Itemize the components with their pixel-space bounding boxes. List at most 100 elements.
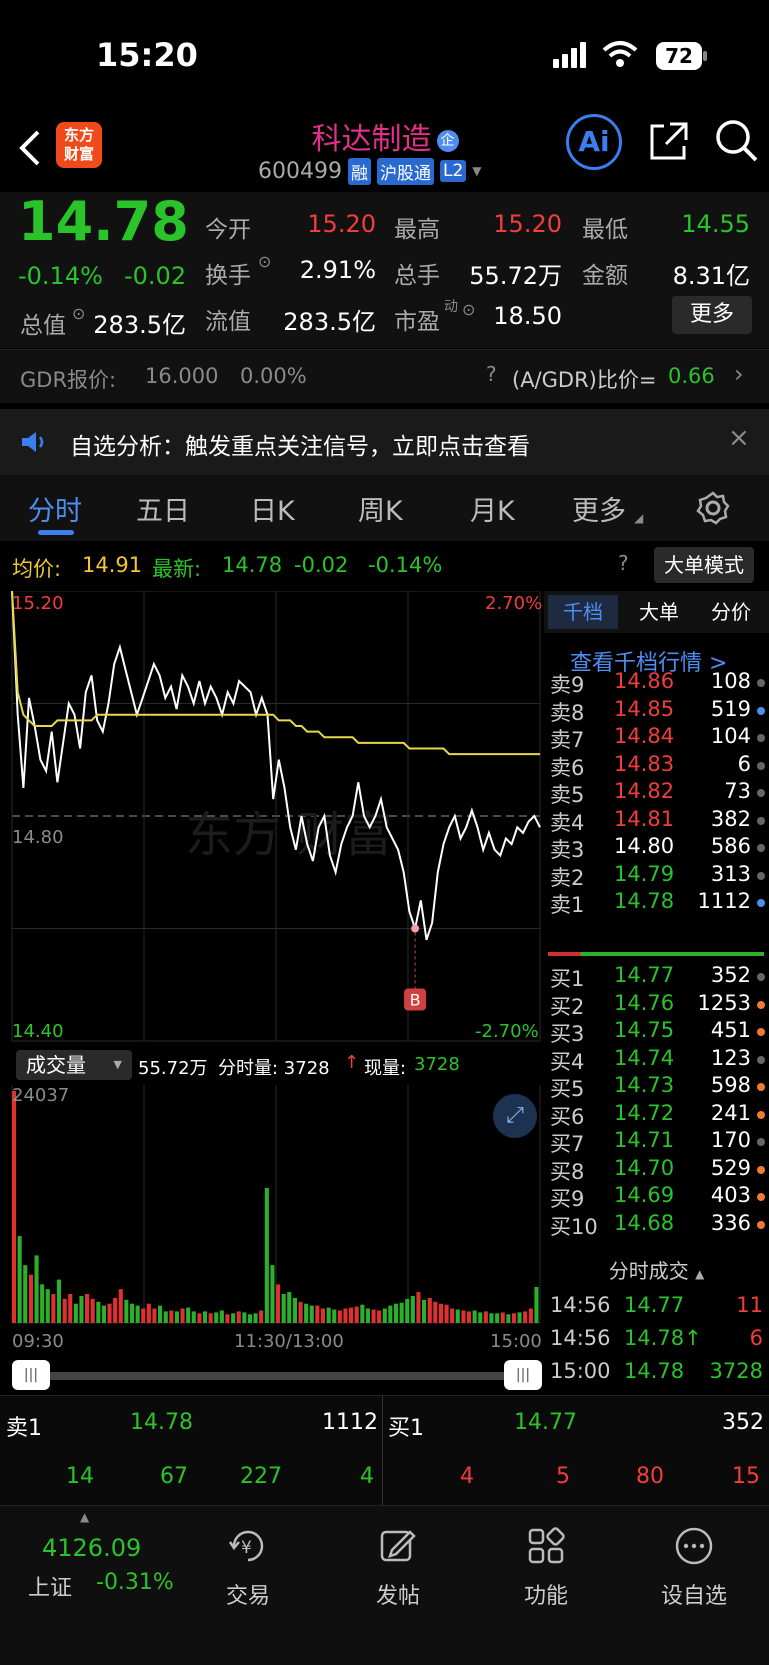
tab-intraday[interactable]: 分时 (28, 489, 82, 528)
notice-text: 自选分析：触发重点关注信号，立即点击查看 (70, 434, 530, 460)
tab-depth[interactable]: 千档 (548, 595, 618, 629)
volume-header: 成交量 ▼ 55.72万 分时量: 3728 ↑ 现量: 3728 (0, 1047, 544, 1083)
volume-bar (360, 1304, 365, 1323)
code-row[interactable]: 600499 融 沪股通 L2 ▼ (258, 156, 482, 186)
volume-bar (23, 1265, 28, 1323)
title-block[interactable]: 科达制造 企 (250, 114, 520, 158)
volume-bar (461, 1310, 466, 1323)
block-order-mode-button[interactable]: 大单模式 (654, 547, 754, 583)
bid-level-row[interactable]: 买7 14.71 170 (544, 1128, 769, 1157)
info-icon[interactable]: ⊙ (258, 252, 271, 271)
svg-text:¥: ¥ (241, 1538, 252, 1558)
bid-level-row[interactable]: 买6 14.72 241 (544, 1101, 769, 1130)
ask-level-volume: 108 (710, 669, 751, 693)
volume-bar (450, 1308, 455, 1323)
stock-name: 科达制造 (311, 122, 432, 157)
help-icon[interactable]: ? (486, 362, 497, 386)
bid-level-row[interactable]: 买4 14.74 123 (544, 1046, 769, 1075)
sell1-label: 卖1 (6, 1416, 42, 1441)
slider-handle-right[interactable]: ||| (504, 1360, 542, 1390)
ask-level-row[interactable]: 卖7 14.84 104 (544, 724, 769, 753)
nav-functions[interactable]: 功能 (486, 1526, 606, 1610)
dropdown-icon[interactable]: ▼ (472, 164, 481, 178)
buy-queue-item: 80 (636, 1464, 664, 1489)
ask-level-volume: 73 (724, 779, 751, 803)
order-dot-icon (757, 1165, 765, 1174)
volume-bar (225, 1314, 230, 1323)
tab-more[interactable]: 更多 (572, 489, 626, 528)
notice-banner[interactable]: 自选分析：触发重点关注信号，立即点击查看 × (0, 409, 769, 475)
settings-icon[interactable] (696, 491, 730, 525)
bid-level-row[interactable]: 买9 14.69 403 (544, 1183, 769, 1212)
volume-bar (523, 1311, 528, 1323)
search-icon[interactable] (714, 118, 760, 164)
bid-level-row[interactable]: 买3 14.75 451 (544, 1018, 769, 1047)
volume-bar (203, 1311, 208, 1323)
ask-level-row[interactable]: 卖8 14.85 519 (544, 697, 769, 726)
range-slider[interactable]: ||| ||| (12, 1360, 542, 1390)
ask-level-row[interactable]: 卖9 14.86 108 (544, 669, 769, 698)
volume-bar (511, 1313, 516, 1323)
ask-level-row[interactable]: 卖2 14.79 313 (544, 862, 769, 891)
bid-level-row[interactable]: 买8 14.70 529 (544, 1156, 769, 1185)
slider-track (22, 1372, 532, 1380)
ask-level-row[interactable]: 卖4 14.81 382 (544, 807, 769, 836)
volume-bar (467, 1311, 472, 1323)
latest-pct: -0.14% (368, 553, 443, 577)
nav-add-watchlist[interactable]: 设自选 (634, 1526, 754, 1610)
buy-queue-item: 15 (732, 1464, 760, 1489)
tab-month-k[interactable]: 月K (470, 489, 515, 528)
ask-level-row[interactable]: 卖5 14.82 73 (544, 779, 769, 808)
volume-bar (349, 1307, 354, 1323)
bid-level-price: 14.70 (614, 1155, 675, 1180)
ticks-title[interactable]: 分时成交 ▲ (544, 1255, 769, 1285)
volume-bar (124, 1299, 129, 1323)
ask-level-label: 卖7 (550, 728, 585, 752)
tab-day-k[interactable]: 日K (250, 489, 295, 528)
bid-level-row[interactable]: 买5 14.73 598 (544, 1073, 769, 1102)
volume-selector[interactable]: 成交量 ▼ (16, 1050, 132, 1080)
gdr-row[interactable]: GDR报价: 16.000 0.00% ? (A/GDR)比价= 0.66 › (0, 349, 769, 403)
back-icon[interactable] (16, 128, 44, 168)
ai-button[interactable]: Ai (566, 114, 622, 170)
tab-5day[interactable]: 五日 (136, 489, 190, 528)
bid-level-volume: 241 (710, 1100, 751, 1125)
change-value: -0.02 (124, 262, 187, 290)
info-icon[interactable]: ⊙ (72, 304, 85, 323)
volume-bar (219, 1310, 224, 1323)
latest-change: -0.02 (294, 553, 349, 577)
expand-button[interactable]: ⤢ (493, 1094, 537, 1138)
bid-level-row[interactable]: 买2 14.76 1253 (544, 991, 769, 1020)
index-widget[interactable]: 4126.09 上证 -0.31% (0, 1526, 174, 1606)
bid-level-row[interactable]: 买10 14.68 336 (544, 1211, 769, 1240)
help-icon[interactable]: ? (618, 551, 629, 575)
close-icon[interactable]: × (728, 423, 750, 453)
volume-bar (371, 1309, 376, 1323)
more-button[interactable]: 更多 (672, 296, 752, 334)
tab-price-dist[interactable]: 分价 (696, 595, 766, 629)
volume-bar (208, 1313, 213, 1323)
signal-icon (553, 40, 589, 68)
ask-level-row[interactable]: 卖1 14.78 1112 (544, 889, 769, 918)
tick-price: 14.78↑ (624, 1326, 702, 1350)
bid-level-row[interactable]: 买1 14.77 352 (544, 963, 769, 992)
stock-code: 600499 (258, 158, 342, 184)
sell1-price: 14.78 (130, 1410, 193, 1435)
volume-bar (534, 1287, 539, 1323)
slider-handle-left[interactable]: ||| (12, 1360, 50, 1390)
ask-level-label: 卖8 (550, 700, 585, 725)
nav-trade[interactable]: ¥ 交易 (188, 1526, 308, 1610)
tab-block-orders[interactable]: 大单 (624, 595, 694, 629)
low-value: 14.55 (681, 210, 750, 238)
volume-bar (34, 1255, 39, 1323)
nav-functions-label: 功能 (523, 1584, 568, 1609)
ask-level-row[interactable]: 卖6 14.83 6 (544, 752, 769, 781)
sell-queue-item: 14 (66, 1464, 94, 1489)
bid-ask-summary: 卖1 14.78 1112 买1 14.77 352 14 67 227 4 4… (0, 1395, 769, 1506)
share-icon[interactable] (648, 120, 690, 162)
ask-level-row[interactable]: 卖3 14.80 586 (544, 834, 769, 863)
volume-bar (101, 1305, 106, 1323)
tab-week-k[interactable]: 周K (358, 489, 403, 528)
intraday-chart[interactable]: 东方 财富 B 15.20 2.70% 14.80 14.40 -2.70% 成… (0, 591, 544, 1371)
nav-post[interactable]: 发帖 (338, 1526, 458, 1610)
